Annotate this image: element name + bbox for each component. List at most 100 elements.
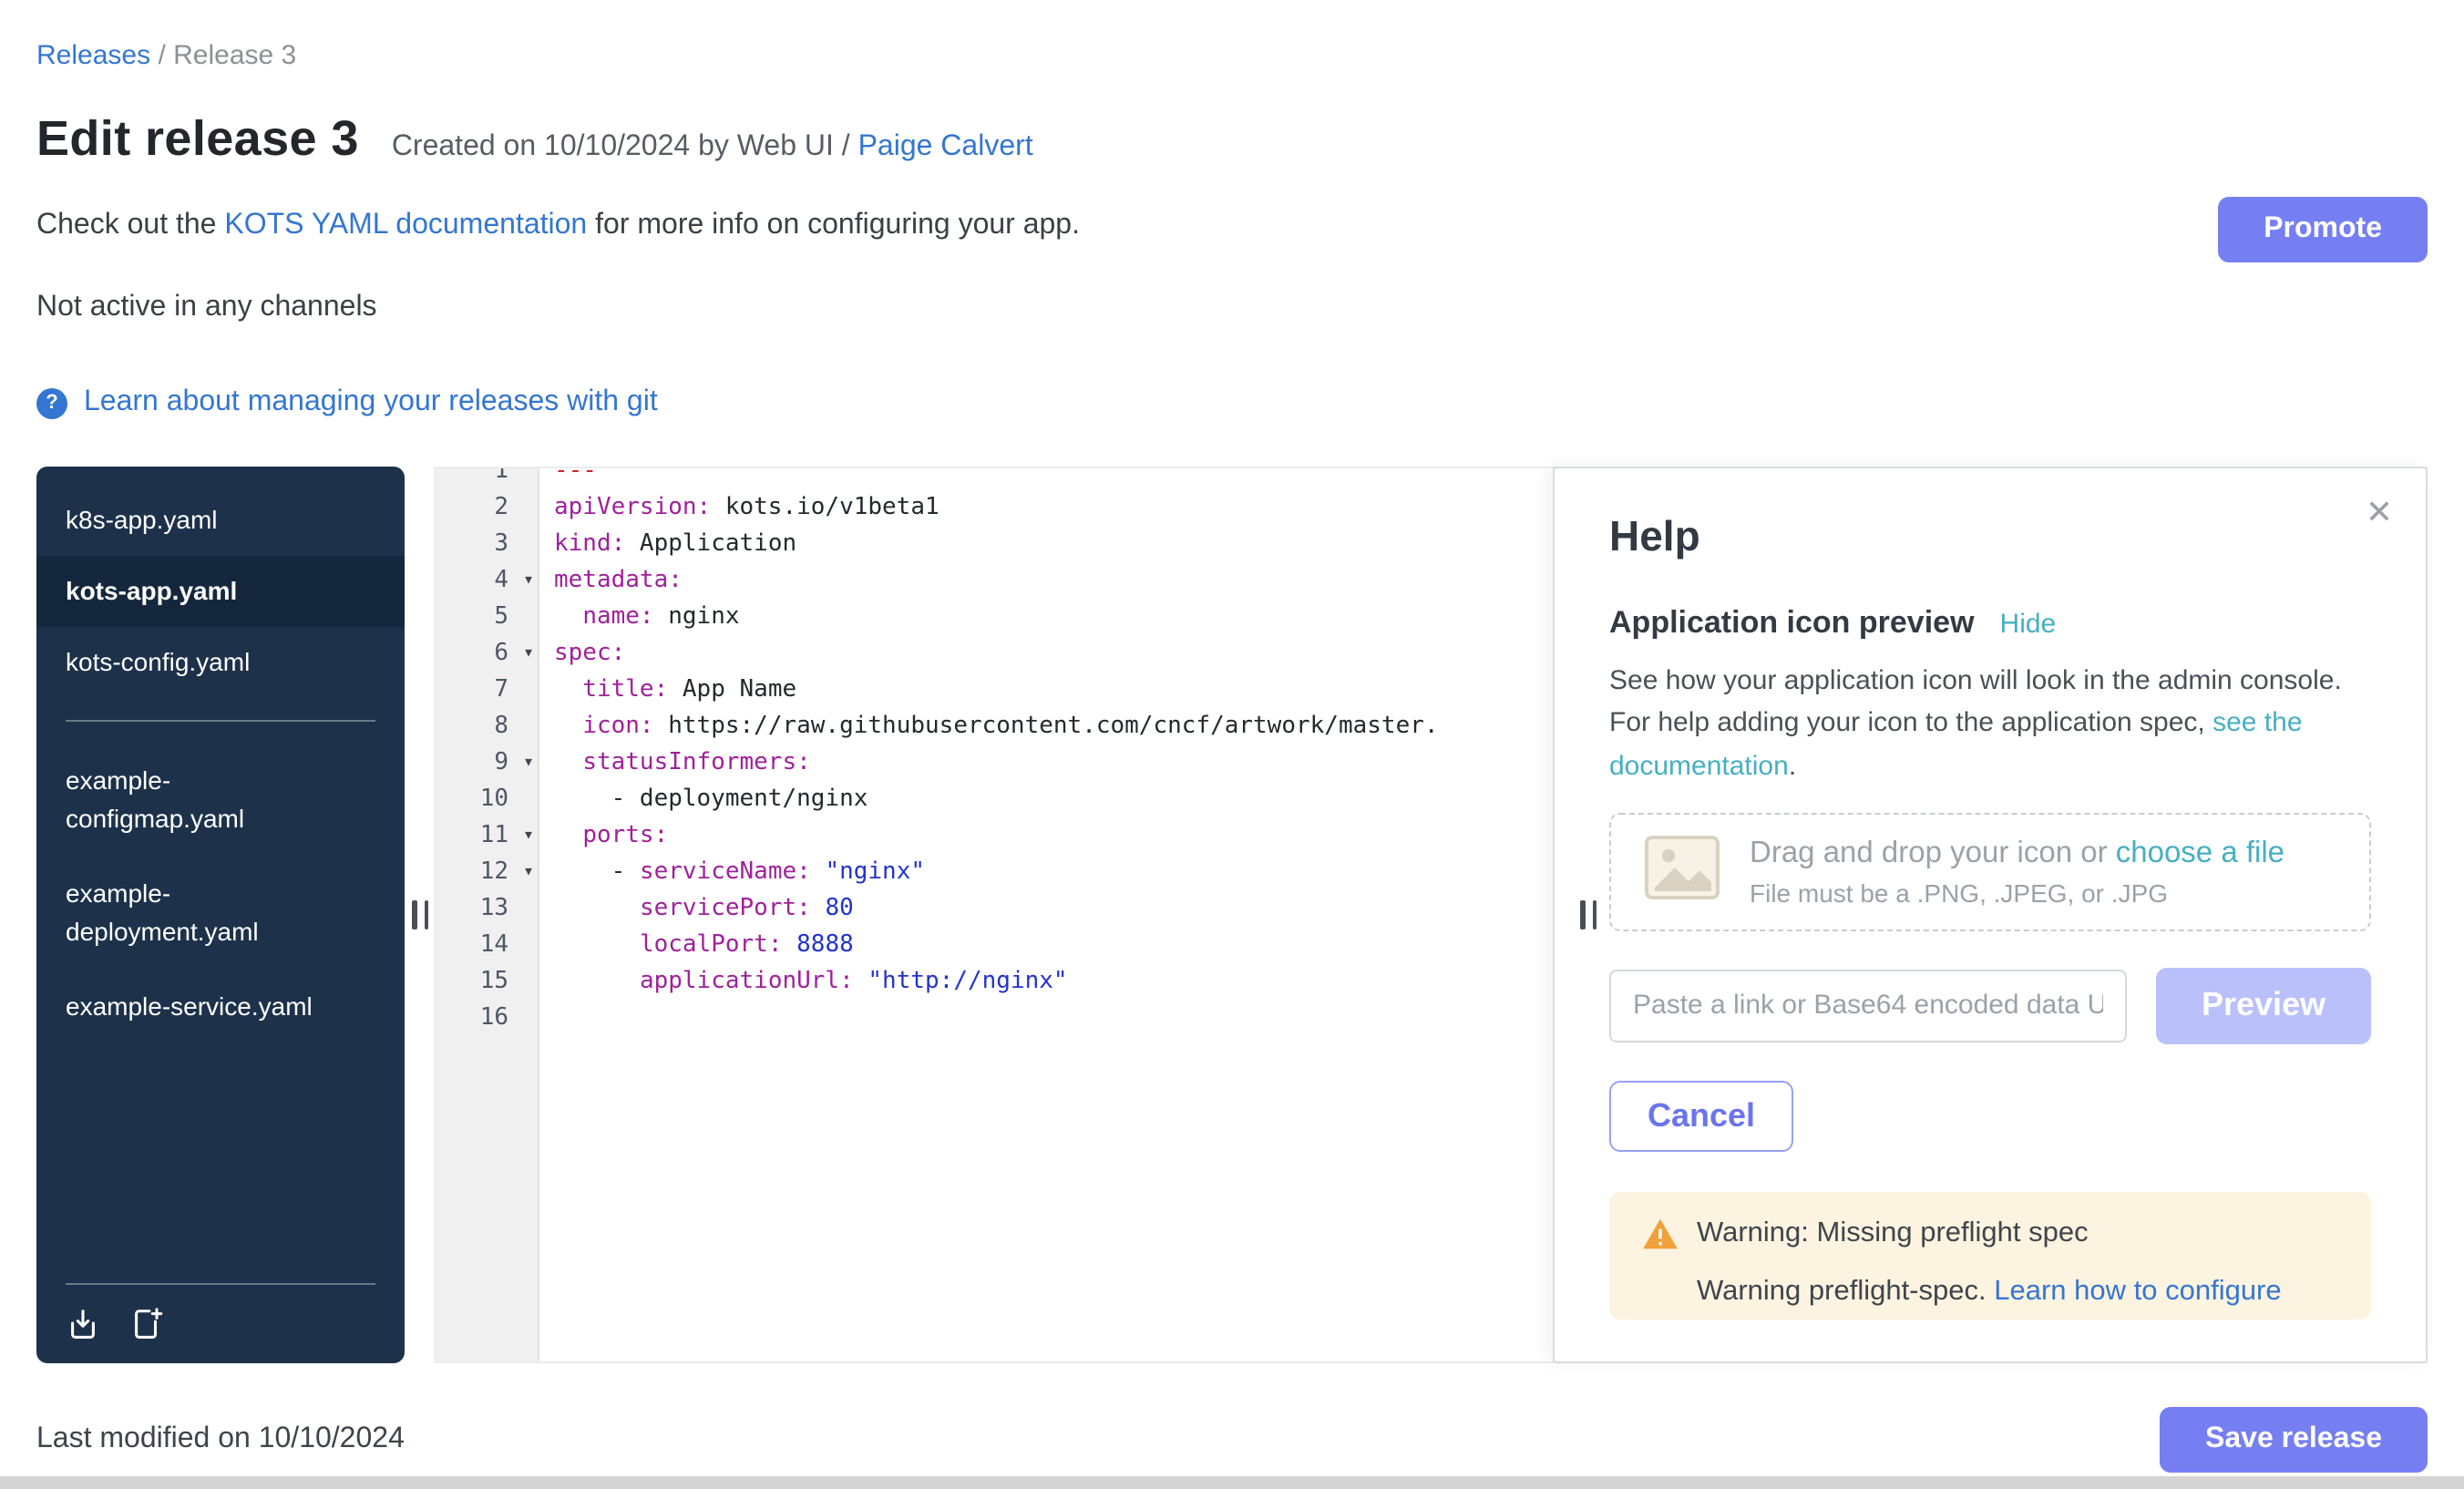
code-text (538, 1001, 554, 1037)
line-number: 4 (494, 567, 508, 594)
docs-suffix: for more info on configuring your app. (595, 210, 1080, 241)
code-text: icon: https://raw.githubusercontent.com/… (538, 709, 1439, 745)
sidebar-file-example-configmap.yaml[interactable]: example-configmap.yaml (36, 744, 405, 857)
bottom-strip (0, 1476, 2464, 1489)
sidebar-file-example-service.yaml[interactable]: example-service.yaml (36, 970, 405, 1044)
icon-dropzone[interactable]: Drag and drop your icon or choose a file… (1609, 813, 2371, 931)
gutter-cell: 16 (436, 1001, 538, 1037)
dropzone-requirements: File must be a .PNG, .JPEG, or .JPG (1750, 878, 2284, 908)
git-help-row: ? Learn about managing your releases wit… (36, 386, 2428, 419)
cancel-button[interactable]: Cancel (1609, 1081, 1793, 1152)
learn-configure-link[interactable]: Learn how to configure (1994, 1276, 2281, 1307)
docs-text: Check out the KOTS YAML documentation fo… (36, 197, 1080, 242)
channel-status: Not active in any channels (36, 292, 2428, 324)
code-text: apiVersion: kots.io/v1beta1 (538, 490, 939, 527)
gutter-cell: 9▾ (436, 745, 538, 782)
sidebar-file-k8s-app.yaml[interactable]: k8s-app.yaml (36, 485, 405, 556)
line-number: 15 (480, 968, 508, 995)
hide-link[interactable]: Hide (2000, 609, 2057, 640)
gutter-cell: 4▾ (436, 563, 538, 600)
line-number: 9 (494, 749, 508, 776)
author-link[interactable]: Paige Calvert (858, 131, 1033, 162)
icon-preview-description: See how your application icon will look … (1609, 660, 2371, 787)
sidebar-divider (66, 720, 375, 722)
gutter-cell: 7 (436, 673, 538, 709)
gutter-cell: 1 (436, 467, 538, 490)
file-sidebar: k8s-app.yamlkots-app.yamlkots-config.yam… (36, 467, 405, 1363)
gutter-cell: 6▾ (436, 636, 538, 673)
line-number: 11 (480, 822, 508, 849)
warning-box: Warning: Missing preflight spec Warning … (1609, 1192, 2371, 1320)
line-number: 13 (480, 895, 508, 922)
code-text: title: App Name (538, 673, 796, 709)
fold-toggle-icon[interactable]: ▾ (523, 818, 534, 855)
line-number: 12 (480, 858, 508, 886)
promote-button[interactable]: Promote (2218, 197, 2428, 262)
icon-url-input[interactable] (1609, 970, 2127, 1042)
fold-toggle-icon[interactable]: ▾ (523, 855, 534, 891)
dropzone-text: Drag and drop your icon or choose a file… (1750, 837, 2284, 908)
sidebar-file-kots-app.yaml[interactable]: kots-app.yaml (36, 556, 405, 627)
editor-workspace: k8s-app.yamlkots-app.yamlkots-config.yam… (36, 467, 2428, 1363)
icon-preview-title: Application icon preview (1609, 605, 1975, 642)
breadcrumb-current: Release 3 (173, 40, 296, 71)
gutter-cell: 8 (436, 709, 538, 745)
code-text: localPort: 8888 (538, 928, 854, 964)
line-number: 14 (480, 931, 508, 959)
gutter-cell: 10 (436, 782, 538, 818)
fold-toggle-icon[interactable]: ▾ (523, 636, 534, 673)
dropzone-instruction: Drag and drop your icon or (1750, 837, 2108, 869)
line-number: 7 (494, 676, 508, 703)
fold-toggle-icon[interactable]: ▾ (523, 563, 534, 600)
page: Releases / Release 3 Edit release 3 Crea… (0, 0, 2464, 1489)
code-text: applicationUrl: "http://nginx" (538, 964, 1068, 1001)
code-text: servicePort: 80 (538, 891, 854, 928)
preview-button[interactable]: Preview (2156, 968, 2371, 1044)
file-list: k8s-app.yamlkots-app.yamlkots-config.yam… (36, 485, 405, 698)
line-number: 6 (494, 640, 508, 667)
git-releases-link[interactable]: Learn about managing your releases with … (84, 386, 658, 419)
new-file-icon[interactable] (129, 1307, 164, 1341)
kots-yaml-docs-link[interactable]: KOTS YAML documentation (224, 210, 587, 241)
page-title: Edit release 3 (36, 111, 359, 168)
warning-detail-text: Warning preflight-spec. (1697, 1276, 1987, 1307)
breadcrumb: Releases / Release 3 (36, 40, 2428, 71)
save-release-button[interactable]: Save release (2160, 1407, 2428, 1473)
image-placeholder-icon (1644, 835, 1720, 909)
gutter-cell: 15 (436, 964, 538, 1001)
choose-file-link[interactable]: choose a file (2116, 837, 2284, 869)
help-title: Help (1609, 512, 2371, 561)
fold-toggle-icon[interactable]: ▾ (523, 745, 534, 782)
breadcrumb-releases-link[interactable]: Releases (36, 40, 150, 71)
code-text: kind: Application (538, 527, 796, 563)
line-number: 10 (480, 786, 508, 813)
created-text: Created on 10/10/2024 by Web UI / (392, 131, 850, 162)
code-text: --- (538, 467, 597, 490)
help-panel-resize-handle[interactable] (1580, 900, 1596, 929)
code-text: - serviceName: "nginx" (538, 855, 925, 891)
warning-title: Warning: Missing preflight spec (1697, 1217, 2089, 1250)
gutter-cell: 5 (436, 600, 538, 636)
import-file-icon[interactable] (66, 1307, 100, 1341)
example-file-list: example-configmap.yamlexample-deployment… (36, 744, 405, 1044)
line-number: 2 (494, 494, 508, 521)
help-circle-icon: ? (36, 387, 67, 418)
code-text: ports: (538, 818, 668, 855)
sidebar-file-kots-config.yaml[interactable]: kots-config.yaml (36, 627, 405, 698)
warning-icon (1642, 1217, 1679, 1250)
line-number: 1 (494, 467, 508, 485)
sidebar-resize-handle[interactable] (412, 900, 428, 929)
title-row: Edit release 3 Created on 10/10/2024 by … (36, 111, 2428, 168)
code-text: metadata: (538, 563, 683, 600)
breadcrumb-separator: / (158, 40, 165, 71)
close-icon[interactable]: ✕ (2366, 494, 2393, 532)
code-text: statusInformers: (538, 745, 811, 782)
sidebar-file-example-deployment.yaml[interactable]: example-deployment.yaml (36, 857, 405, 970)
docs-prefix: Check out the (36, 210, 216, 241)
line-number: 16 (480, 1004, 508, 1032)
warning-detail: Warning preflight-spec. Learn how to con… (1642, 1276, 2338, 1309)
help-panel: ✕ Help Application icon preview Hide See… (1553, 467, 2428, 1363)
sidebar-actions (66, 1283, 375, 1341)
code-text: name: nginx (538, 600, 740, 636)
docs-row: Check out the KOTS YAML documentation fo… (36, 197, 2428, 262)
